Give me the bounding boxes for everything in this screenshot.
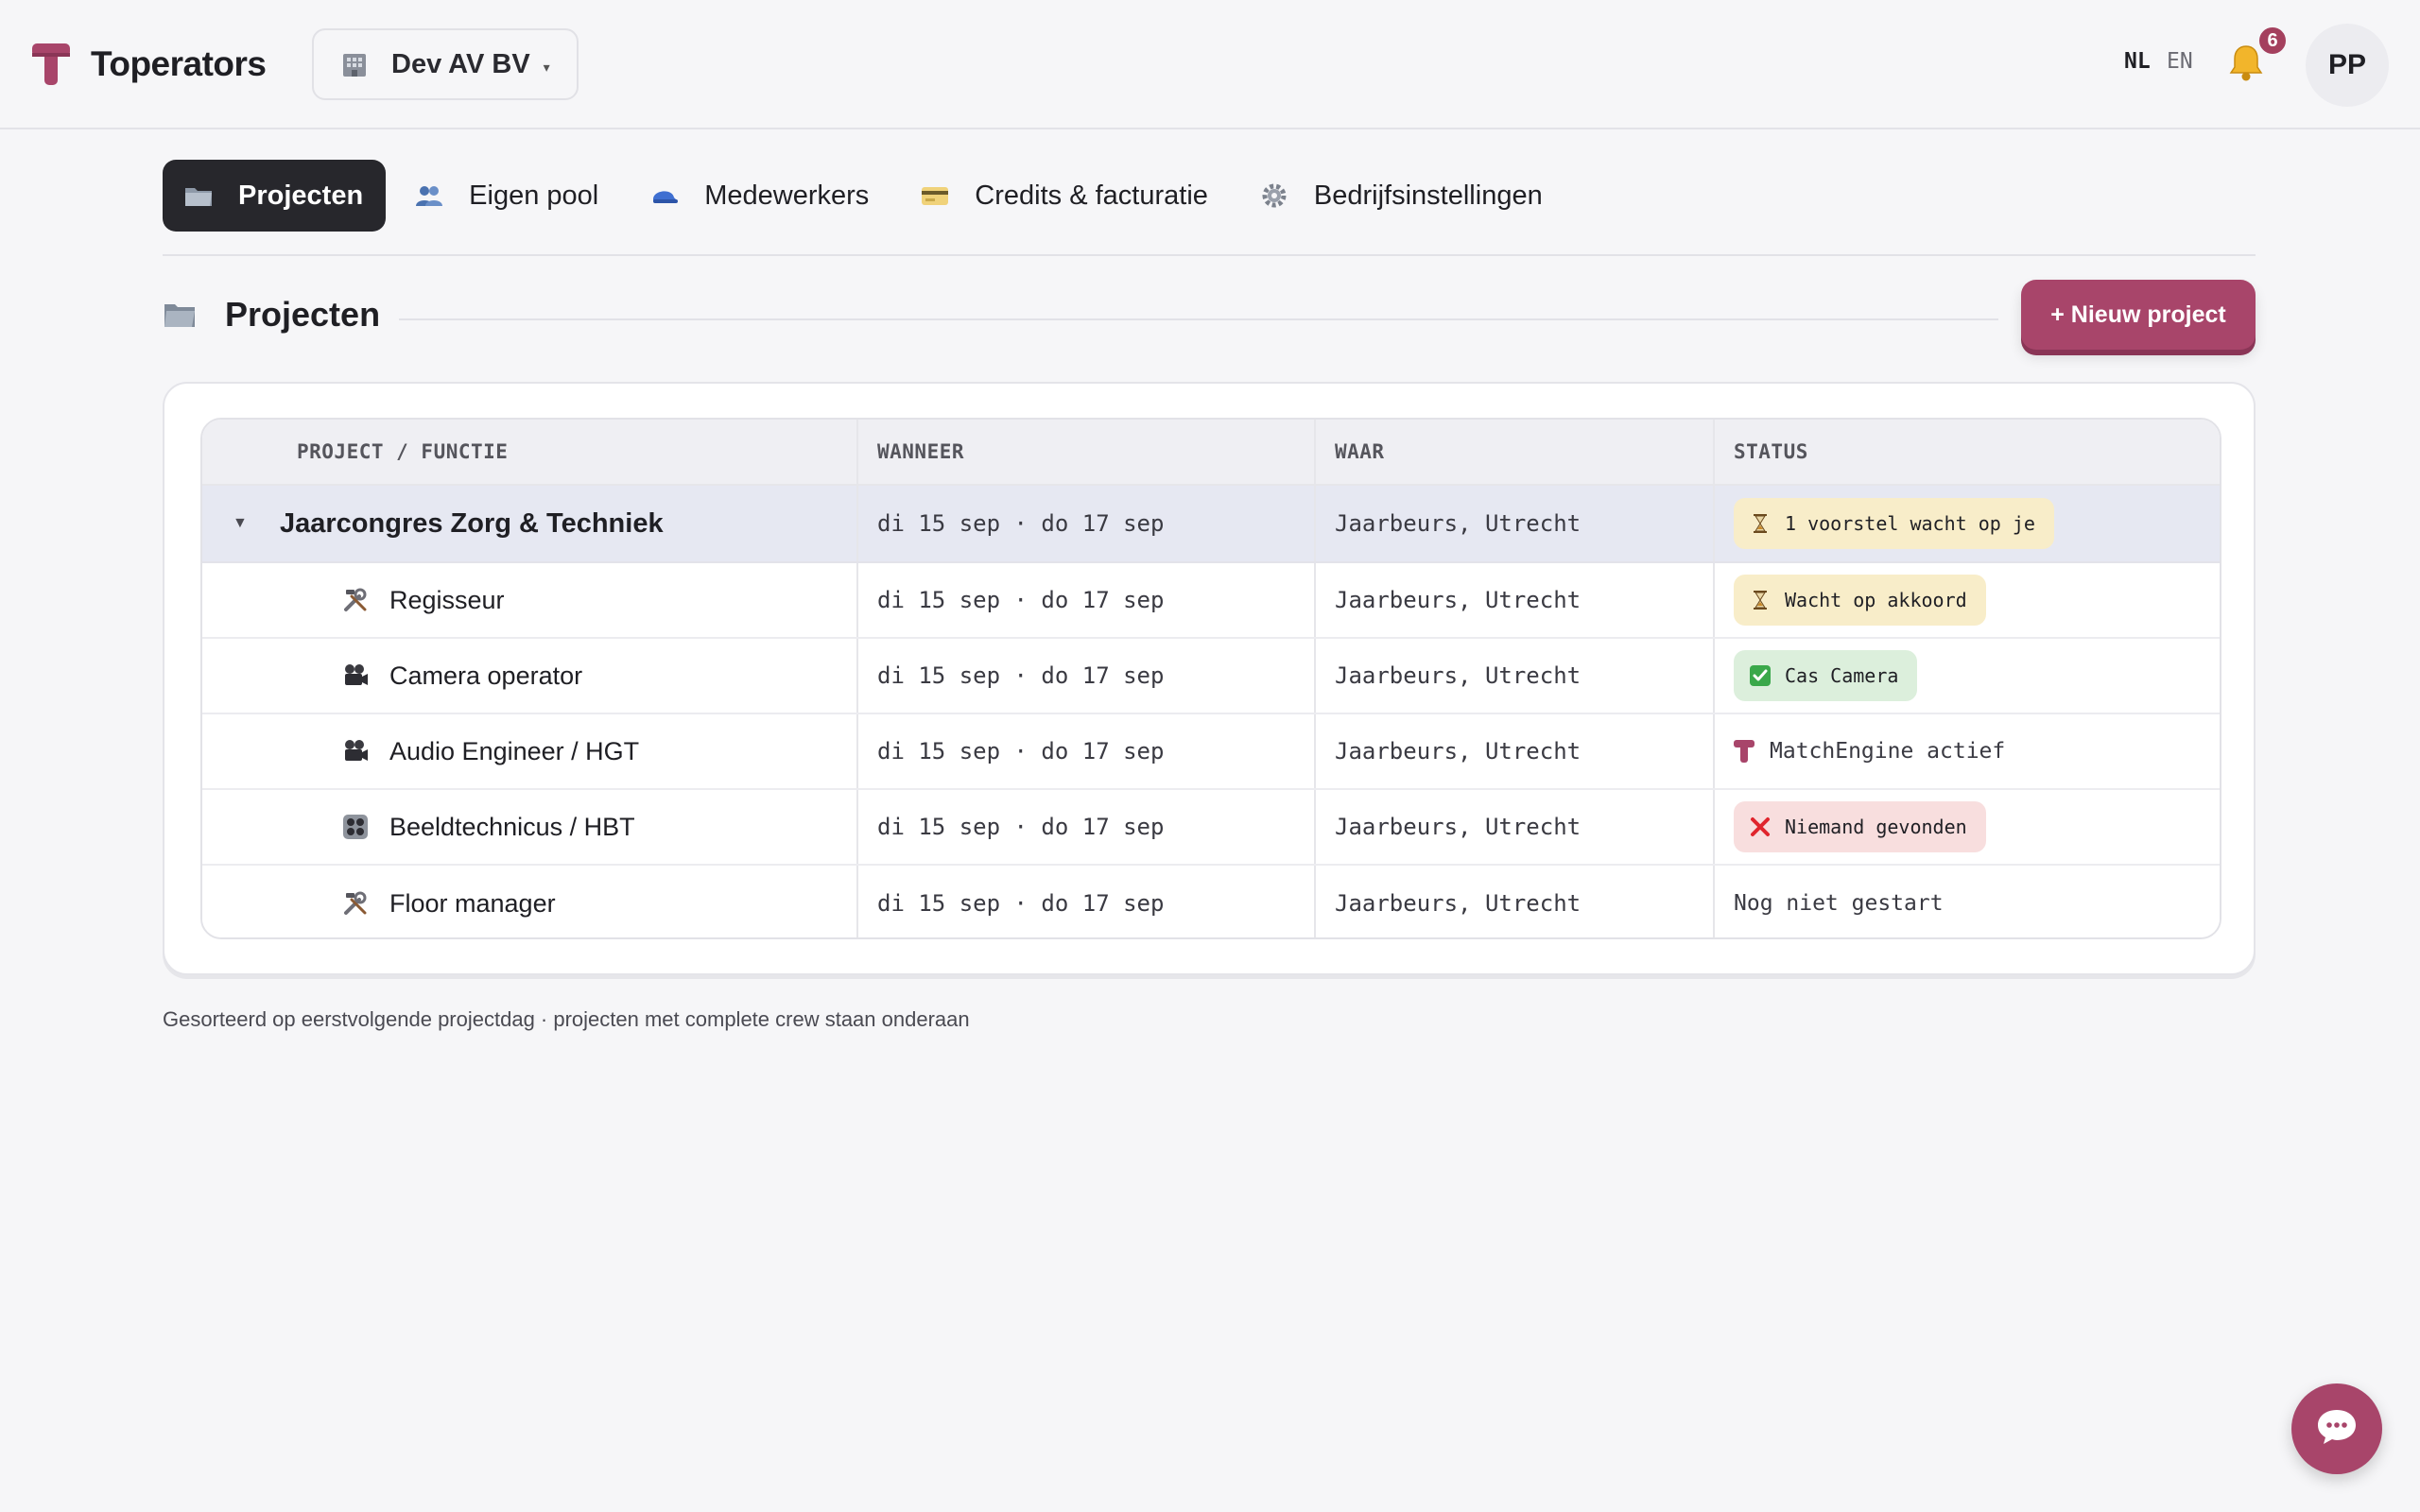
function-when: di 15 sep · do 17 sep: [877, 890, 1165, 917]
function-where: Jaarbeurs, Utrecht: [1335, 814, 1582, 840]
brand[interactable]: Toperators: [32, 42, 267, 87]
language-en[interactable]: EN: [2167, 49, 2193, 74]
status-text: Niemand gevonden: [1785, 816, 1967, 838]
gear-icon: [1259, 180, 1289, 211]
function-when: di 15 sep · do 17 sep: [877, 587, 1165, 613]
column-header-waar: WAAR: [1316, 420, 1715, 484]
function-where: Jaarbeurs, Utrecht: [1335, 890, 1582, 917]
column-header-project: PROJECT / FUNCTIE: [202, 420, 858, 484]
nav-divider: [163, 254, 2256, 256]
new-project-button[interactable]: + Nieuw project: [2021, 280, 2256, 350]
table-header: PROJECT / FUNCTIE WANNEER WAAR STATUS: [202, 420, 2220, 486]
function-when: di 15 sep · do 17 sep: [877, 738, 1165, 765]
function-when: di 15 sep · do 17 sep: [877, 662, 1165, 689]
chat-button[interactable]: [2291, 1383, 2382, 1474]
project-name: Jaarcongres Zorg & Techniek: [280, 507, 664, 539]
brand-name: Toperators: [91, 44, 267, 83]
sort-footnote: Gesorteerd op eerstvolgende projectdag ·…: [163, 1007, 970, 1031]
status-text: Wacht op akkoord: [1785, 589, 1967, 611]
function-name: Beeldtechnicus / HBT: [389, 812, 635, 841]
tab-label: Medewerkers: [704, 180, 870, 211]
project-when: di 15 sep · do 17 sep: [877, 510, 1165, 537]
language-nl[interactable]: NL: [2124, 49, 2151, 74]
table-row[interactable]: Regisseur di 15 sep · do 17 sep Jaarbeur…: [202, 563, 2220, 639]
function-name: Floor manager: [389, 888, 556, 918]
table-row[interactable]: Audio Engineer / HGT di 15 sep · do 17 s…: [202, 714, 2220, 790]
project-row[interactable]: ▼ Jaarcongres Zorg & Techniek di 15 sep …: [202, 486, 2220, 563]
status-badge[interactable]: 1 voorstel wacht op je: [1734, 498, 2054, 549]
tab-label: Projecten: [238, 180, 364, 211]
status-text: Nog niet gestart: [1734, 891, 1944, 916]
hourglass-icon: [1749, 589, 1772, 611]
tab-bedrijfsinstellingen[interactable]: Bedrijfsinstellingen: [1238, 160, 1565, 232]
check-mark-icon: [1749, 664, 1772, 687]
main-nav: Projecten Eigen pool Medewerkers Credits…: [163, 160, 1573, 232]
cap-icon: [649, 180, 680, 211]
status-text: Cas Camera: [1785, 664, 1899, 687]
card-icon: [920, 180, 950, 211]
projects-table: PROJECT / FUNCTIE WANNEER WAAR STATUS ▼ …: [200, 418, 2221, 939]
notification-badge: 6: [2257, 26, 2288, 56]
column-header-wanneer: WANNEER: [858, 420, 1316, 484]
toperators-logo-icon: [1734, 739, 1754, 764]
function-name: Regisseur: [389, 585, 505, 614]
company-name: Dev AV BV: [391, 48, 530, 79]
function-name: Camera operator: [389, 661, 583, 690]
hourglass-icon: [1749, 512, 1772, 535]
page-title: Projecten: [225, 295, 381, 334]
status-badge[interactable]: Cas Camera: [1734, 650, 1918, 701]
function-name: Audio Engineer / HGT: [389, 736, 640, 765]
tools-icon: [342, 587, 369, 613]
section-divider: [399, 318, 1998, 320]
company-switcher[interactable]: Dev AV BV ▾: [312, 28, 579, 100]
status-text-engine: MatchEngine actief: [1734, 739, 2005, 764]
building-icon: [340, 50, 369, 78]
cross-mark-icon: [1749, 816, 1772, 838]
table-row[interactable]: Camera operator di 15 sep · do 17 sep Ja…: [202, 639, 2220, 714]
top-bar: Toperators Dev AV BV ▾ NL EN 6 PP: [0, 0, 2420, 129]
video-camera-icon: [342, 662, 369, 689]
projects-card: PROJECT / FUNCTIE WANNEER WAAR STATUS ▼ …: [163, 382, 2256, 975]
tab-credits-facturatie[interactable]: Credits & facturatie: [899, 160, 1231, 232]
chat-bubble-icon: [2315, 1407, 2359, 1452]
chevron-down-icon: ▾: [543, 59, 550, 75]
function-where: Jaarbeurs, Utrecht: [1335, 662, 1582, 689]
status-badge[interactable]: Wacht op akkoord: [1734, 575, 1986, 626]
project-where: Jaarbeurs, Utrecht: [1335, 510, 1582, 537]
folder-icon: [183, 180, 214, 211]
section-header: Projecten: [163, 295, 380, 335]
table-row[interactable]: Beeldtechnicus / HBT di 15 sep · do 17 s…: [202, 790, 2220, 866]
status-text: 1 voorstel wacht op je: [1785, 512, 2035, 535]
function-where: Jaarbeurs, Utrecht: [1335, 587, 1582, 613]
column-header-status: STATUS: [1734, 440, 1808, 463]
tab-eigen-pool[interactable]: Eigen pool: [393, 160, 621, 232]
function-where: Jaarbeurs, Utrecht: [1335, 738, 1582, 765]
function-when: di 15 sep · do 17 sep: [877, 814, 1165, 840]
tab-label: Eigen pool: [469, 180, 599, 211]
tab-medewerkers[interactable]: Medewerkers: [629, 160, 891, 232]
status-text: MatchEngine actief: [1770, 739, 2006, 764]
status-badge[interactable]: Niemand gevonden: [1734, 801, 1986, 852]
tab-projecten[interactable]: Projecten: [163, 160, 387, 232]
collapse-caret-icon[interactable]: ▼: [233, 515, 280, 532]
toperators-logo-icon: [32, 42, 70, 87]
video-camera-icon: [342, 738, 369, 765]
table-row[interactable]: Floor manager di 15 sep · do 17 sep Jaar…: [202, 866, 2220, 937]
tools-icon: [342, 890, 369, 917]
control-panel-icon: [342, 814, 369, 840]
folder-icon: [163, 299, 197, 331]
people-icon: [414, 180, 444, 211]
tab-label: Bedrijfsinstellingen: [1313, 180, 1543, 211]
tab-label: Credits & facturatie: [975, 180, 1208, 211]
avatar[interactable]: PP: [2306, 24, 2389, 107]
